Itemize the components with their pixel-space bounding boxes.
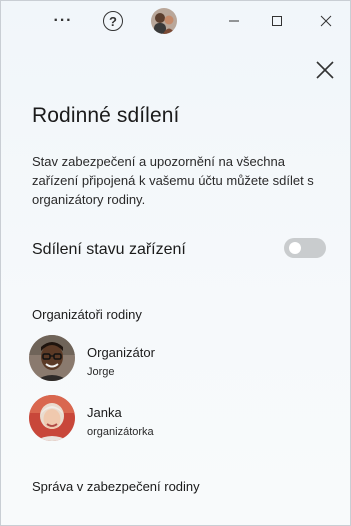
help-icon-glyph: ? xyxy=(109,13,117,29)
panel-close-button[interactable] xyxy=(312,57,338,83)
avatar xyxy=(29,395,75,441)
maximize-button[interactable] xyxy=(262,7,292,35)
panel-description: Stav zabezpečení a upozornění na všechna… xyxy=(32,154,314,207)
account-button[interactable] xyxy=(149,7,179,35)
more-icon: ··· xyxy=(53,12,73,29)
member-name: Janka xyxy=(87,405,122,420)
title-bar: ··· ? xyxy=(1,1,350,41)
family-organizers-heading: Organizátoři rodiny xyxy=(32,307,142,322)
avatar xyxy=(29,335,75,381)
maximize-icon xyxy=(272,16,282,26)
close-icon xyxy=(316,61,334,79)
device-status-sharing-label: Sdílení stavu zařízení xyxy=(32,241,186,258)
help-button[interactable]: ? xyxy=(98,7,128,35)
help-icon: ? xyxy=(103,11,123,31)
list-item-organizer-janka[interactable]: Janka organizátorka xyxy=(29,395,319,445)
minimize-icon xyxy=(229,20,239,22)
member-role: Jorge xyxy=(87,366,115,378)
device-status-sharing-toggle[interactable] xyxy=(284,238,326,258)
member-name: Organizátor xyxy=(87,345,155,360)
list-item-organizer-jorge[interactable]: Organizátor Jorge xyxy=(29,335,319,385)
more-options-button[interactable]: ··· xyxy=(48,7,78,35)
manage-family-safety-link[interactable]: Správa v zabezpečení rodiny xyxy=(32,479,200,494)
member-role: organizátorka xyxy=(87,426,154,438)
toggle-knob xyxy=(289,242,301,254)
panel-title: Rodinné sdílení xyxy=(32,104,180,127)
minimize-button[interactable] xyxy=(219,7,249,35)
account-avatar xyxy=(151,8,177,34)
family-sharing-window: ··· ? Rodinné sdílení Stav zabezpečení a… xyxy=(0,0,351,526)
close-icon xyxy=(320,15,332,27)
window-close-button[interactable] xyxy=(311,7,341,35)
